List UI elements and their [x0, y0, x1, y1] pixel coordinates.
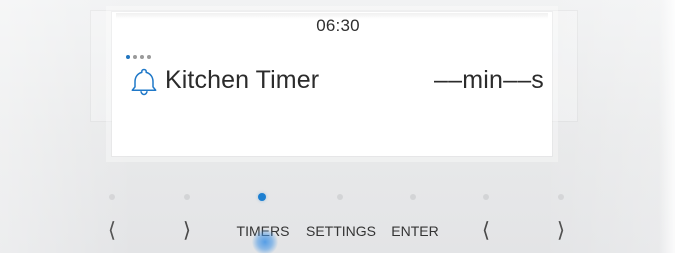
page-dot-2 — [133, 55, 137, 59]
timer-remaining-value: ––min––s — [434, 66, 544, 94]
indicator-dot-enter — [410, 194, 416, 200]
page-dot-4 — [147, 55, 151, 59]
page-dot-1 — [126, 55, 130, 59]
appliance-control-panel: 06:30 Kitchen Timer ––min––s ⟨ ⟩ TIMERS … — [0, 0, 675, 253]
right-arrow-button-1[interactable]: ⟩ — [183, 218, 191, 242]
indicator-dot-timers-active — [258, 193, 266, 201]
indicator-dot-left-1 — [109, 194, 115, 200]
indicator-dot-right-1 — [184, 194, 190, 200]
left-arrow-button-2[interactable]: ⟨ — [482, 218, 490, 242]
left-arrow-button-1[interactable]: ⟨ — [108, 218, 116, 242]
page-indicator — [126, 54, 151, 60]
indicator-dot-left-2 — [483, 194, 489, 200]
enter-button[interactable]: ENTER — [391, 219, 438, 243]
right-arrow-button-2[interactable]: ⟩ — [557, 218, 565, 242]
touch-press-indicator — [252, 229, 278, 253]
indicator-dot-settings — [337, 194, 343, 200]
bell-icon — [131, 68, 157, 96]
settings-button[interactable]: SETTINGS — [306, 219, 376, 243]
clock-time: 06:30 — [316, 16, 360, 35]
timer-name: Kitchen Timer — [165, 66, 320, 94]
page-dot-3 — [140, 55, 144, 59]
right-edge-highlight — [659, 0, 675, 253]
indicator-dot-right-2 — [558, 194, 564, 200]
